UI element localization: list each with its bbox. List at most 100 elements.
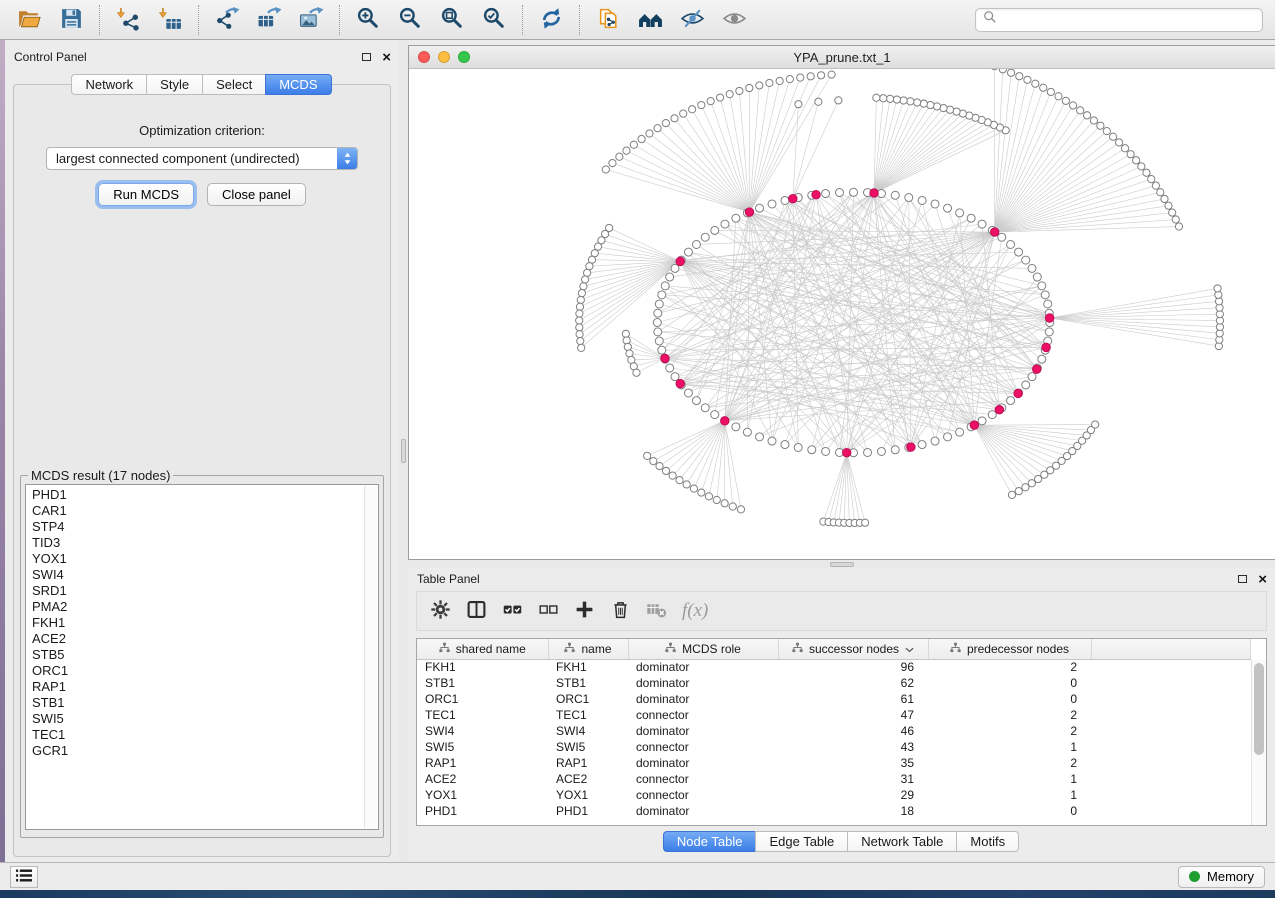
open-file-icon — [17, 6, 42, 34]
tab-edge-table[interactable]: Edge Table — [755, 831, 848, 852]
zoom-fit-button[interactable] — [431, 4, 473, 36]
result-node-item[interactable]: PMA2 — [32, 599, 360, 615]
mcds-result-list[interactable]: PHD1CAR1STP4TID3YOX1SWI4SRD1PMA2FKH1ACE2… — [25, 484, 379, 830]
tab-network[interactable]: Network — [71, 74, 147, 95]
table-row[interactable]: YOX1YOX1connector291 — [417, 787, 1251, 803]
open-file-button[interactable] — [8, 4, 50, 36]
tab-mcds[interactable]: MCDS — [265, 74, 331, 95]
search-input[interactable] — [1002, 12, 1255, 28]
result-list-scrollbar[interactable] — [364, 486, 377, 828]
cell-shared-name: SWI4 — [417, 723, 548, 739]
result-node-item[interactable]: STB5 — [32, 647, 360, 663]
result-node-item[interactable]: RAP1 — [32, 679, 360, 695]
tab-node-table[interactable]: Node Table — [663, 831, 757, 852]
close-panel-button[interactable]: Close panel — [207, 183, 306, 206]
export-image-button[interactable] — [290, 4, 332, 36]
vertical-splitter[interactable] — [399, 40, 408, 862]
zoom-selected-button[interactable] — [473, 4, 515, 36]
tab-network-table[interactable]: Network Table — [847, 831, 957, 852]
result-node-item[interactable]: ORC1 — [32, 663, 360, 679]
column-header-successor-nodes[interactable]: successor nodes — [778, 639, 928, 659]
result-node-item[interactable]: STP4 — [32, 519, 360, 535]
table-row[interactable]: STB1STB1dominator620 — [417, 675, 1251, 691]
select-all-button[interactable] — [502, 599, 523, 623]
tab-style[interactable]: Style — [146, 74, 203, 95]
column-header-predecessor-nodes[interactable]: predecessor nodes — [928, 639, 1091, 659]
cell-predecessor-nodes: 2 — [928, 755, 1091, 771]
cell-name: RAP1 — [548, 755, 628, 771]
delete-column-button[interactable] — [610, 599, 631, 623]
cell-shared-name: TEC1 — [417, 707, 548, 723]
float-panel-icon[interactable] — [362, 53, 371, 61]
table-row[interactable]: PHD1PHD1dominator180 — [417, 803, 1251, 819]
tab-motifs[interactable]: Motifs — [956, 831, 1019, 852]
zoom-in-button[interactable] — [347, 4, 389, 36]
hide-selected-button[interactable] — [671, 4, 713, 36]
column-label: MCDS role — [682, 642, 741, 656]
splitter-handle[interactable] — [401, 439, 406, 463]
result-node-item[interactable]: CAR1 — [32, 503, 360, 519]
table-row[interactable]: RAP1RAP1dominator352 — [417, 755, 1251, 771]
cell-mcds-role: dominator — [628, 659, 778, 675]
split-view-button[interactable] — [466, 599, 487, 623]
column-header-shared-name[interactable]: shared name — [417, 639, 548, 659]
save-session-button[interactable] — [50, 4, 92, 36]
import-network-button[interactable] — [107, 4, 149, 36]
window-minimize-icon[interactable] — [438, 51, 450, 63]
cell-shared-name: FKH1 — [417, 659, 548, 675]
result-node-item[interactable]: SWI4 — [32, 567, 360, 583]
deselect-all-button[interactable] — [538, 599, 559, 623]
column-namespace-icon — [439, 642, 450, 656]
task-history-button[interactable] — [10, 866, 38, 888]
table-row[interactable]: SWI4SWI4dominator462 — [417, 723, 1251, 739]
import-table-button[interactable] — [149, 4, 191, 36]
splitter-handle[interactable] — [830, 562, 854, 567]
close-panel-icon[interactable]: × — [382, 50, 391, 65]
result-node-item[interactable]: SWI5 — [32, 711, 360, 727]
result-node-item[interactable]: PHD1 — [32, 487, 360, 503]
search-box[interactable] — [975, 8, 1263, 32]
add-column-button[interactable] — [574, 599, 595, 623]
table-scrollbar[interactable] — [1251, 660, 1266, 825]
table-row[interactable]: TEC1TEC1connector472 — [417, 707, 1251, 723]
cell-filler — [1091, 787, 1251, 803]
result-node-item[interactable]: SRD1 — [32, 583, 360, 599]
network-canvas[interactable] — [409, 69, 1275, 559]
export-table-button[interactable] — [248, 4, 290, 36]
close-table-panel-icon[interactable]: × — [1258, 572, 1267, 587]
table-scrollbar-thumb[interactable] — [1254, 663, 1264, 755]
table-row[interactable]: ACE2ACE2connector311 — [417, 771, 1251, 787]
float-table-panel-icon[interactable] — [1238, 575, 1247, 583]
first-neighbors-button[interactable] — [629, 4, 671, 36]
delete-table-button[interactable] — [646, 599, 667, 623]
export-network-button[interactable] — [206, 4, 248, 36]
result-node-item[interactable]: ACE2 — [32, 631, 360, 647]
criterion-select[interactable]: largest connected component (undirected) — [46, 147, 358, 170]
function-builder-button[interactable]: f(x) — [682, 600, 708, 622]
column-header-name[interactable]: name — [548, 639, 628, 659]
clone-network-button[interactable] — [587, 4, 629, 36]
tab-select[interactable]: Select — [202, 74, 266, 95]
result-node-item[interactable]: FKH1 — [32, 615, 360, 631]
window-zoom-icon[interactable] — [458, 51, 470, 63]
result-node-item[interactable]: STB1 — [32, 695, 360, 711]
table-row[interactable]: SWI5SWI5connector431 — [417, 739, 1251, 755]
table-row[interactable]: FKH1FKH1dominator962 — [417, 659, 1251, 675]
zoom-out-button[interactable] — [389, 4, 431, 36]
table-row[interactable]: ORC1ORC1dominator610 — [417, 691, 1251, 707]
horizontal-splitter[interactable] — [408, 560, 1275, 568]
settings-button[interactable] — [430, 599, 451, 623]
result-node-item[interactable]: TID3 — [32, 535, 360, 551]
task-list-icon — [15, 868, 34, 886]
memory-button[interactable]: Memory — [1178, 866, 1265, 888]
run-mcds-button[interactable]: Run MCDS — [98, 183, 194, 206]
cell-name: SWI4 — [548, 723, 628, 739]
result-node-item[interactable]: TEC1 — [32, 727, 360, 743]
apply-layout-button[interactable] — [530, 4, 572, 36]
function-builder-icon: f(x) — [682, 600, 708, 622]
result-node-item[interactable]: YOX1 — [32, 551, 360, 567]
window-close-icon[interactable] — [418, 51, 430, 63]
result-node-item[interactable]: GCR1 — [32, 743, 360, 759]
column-header-mcds-role[interactable]: MCDS role — [628, 639, 778, 659]
show-all-button[interactable] — [713, 4, 755, 36]
